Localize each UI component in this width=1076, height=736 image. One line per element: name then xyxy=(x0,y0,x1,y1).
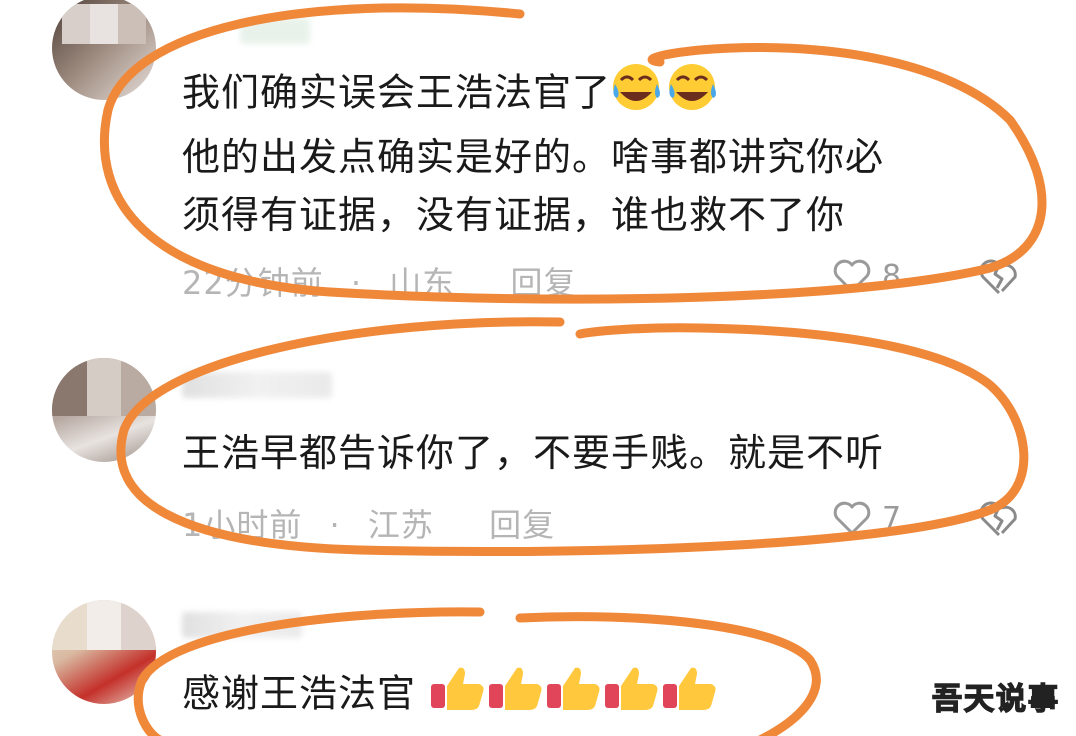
like-button[interactable]: 8 xyxy=(832,258,901,294)
thumbs-up-icon xyxy=(603,664,661,728)
comment-line: 我们确实误会王浩法官了 xyxy=(182,70,612,115)
separator: · xyxy=(350,264,363,302)
face-with-tears-of-joy-icon xyxy=(611,62,667,128)
watermark: 吾天说事 xyxy=(931,681,1060,718)
thumbs-up-icon xyxy=(487,664,545,728)
broken-heart-icon xyxy=(978,258,1020,296)
comment-text: 感谢王浩法官 xyxy=(182,664,719,728)
location: 江苏 xyxy=(367,506,434,544)
comment-line: 感谢王浩法官 xyxy=(182,671,417,716)
username[interactable] xyxy=(240,18,310,44)
like-button[interactable]: 7 xyxy=(832,500,901,536)
location: 山东 xyxy=(389,264,456,302)
avatar[interactable] xyxy=(52,0,156,100)
timestamp: 1小时前 xyxy=(182,506,303,544)
comment-line: 王浩早都告诉你了，不要手贱。就是不听 xyxy=(182,431,885,475)
dislike-button[interactable] xyxy=(978,258,1020,296)
username[interactable] xyxy=(182,372,332,398)
comment-line: 须得有证据，没有证据，谁也救不了你 xyxy=(182,193,846,237)
separator: · xyxy=(329,506,341,544)
username[interactable] xyxy=(182,612,302,638)
avatar[interactable] xyxy=(52,358,156,462)
reply-button[interactable]: 回复 xyxy=(510,264,576,302)
timestamp: 22分钟前 xyxy=(182,264,324,302)
dislike-button[interactable] xyxy=(978,500,1020,538)
like-count: 8 xyxy=(882,258,902,294)
broken-heart-icon xyxy=(978,500,1020,538)
face-with-tears-of-joy-icon xyxy=(667,62,723,128)
comment-line: 他的出发点确实是好的。啥事都讲究你必 xyxy=(182,135,885,179)
comment-meta: 22分钟前 · 山东 回复 xyxy=(182,258,592,304)
thumbs-up-icon xyxy=(545,664,603,728)
comment-text: 王浩早都告诉你了，不要手贱。就是不听 xyxy=(182,424,884,482)
heart-icon xyxy=(832,500,872,536)
reply-button[interactable]: 回复 xyxy=(489,506,555,544)
comment-meta: 1小时前 · 江苏 回复 xyxy=(182,500,571,546)
thumbs-up-icon xyxy=(661,664,719,728)
like-count: 7 xyxy=(882,500,902,536)
heart-icon xyxy=(832,258,872,294)
comment-text: 我们确实误会王浩法官了 他的出发点确实是好的。啥事都讲究你必 须得有证据，没有证… xyxy=(182,62,884,244)
thumbs-up-icon xyxy=(429,664,487,728)
thumbs-up-row xyxy=(416,667,719,716)
avatar[interactable] xyxy=(52,600,156,704)
